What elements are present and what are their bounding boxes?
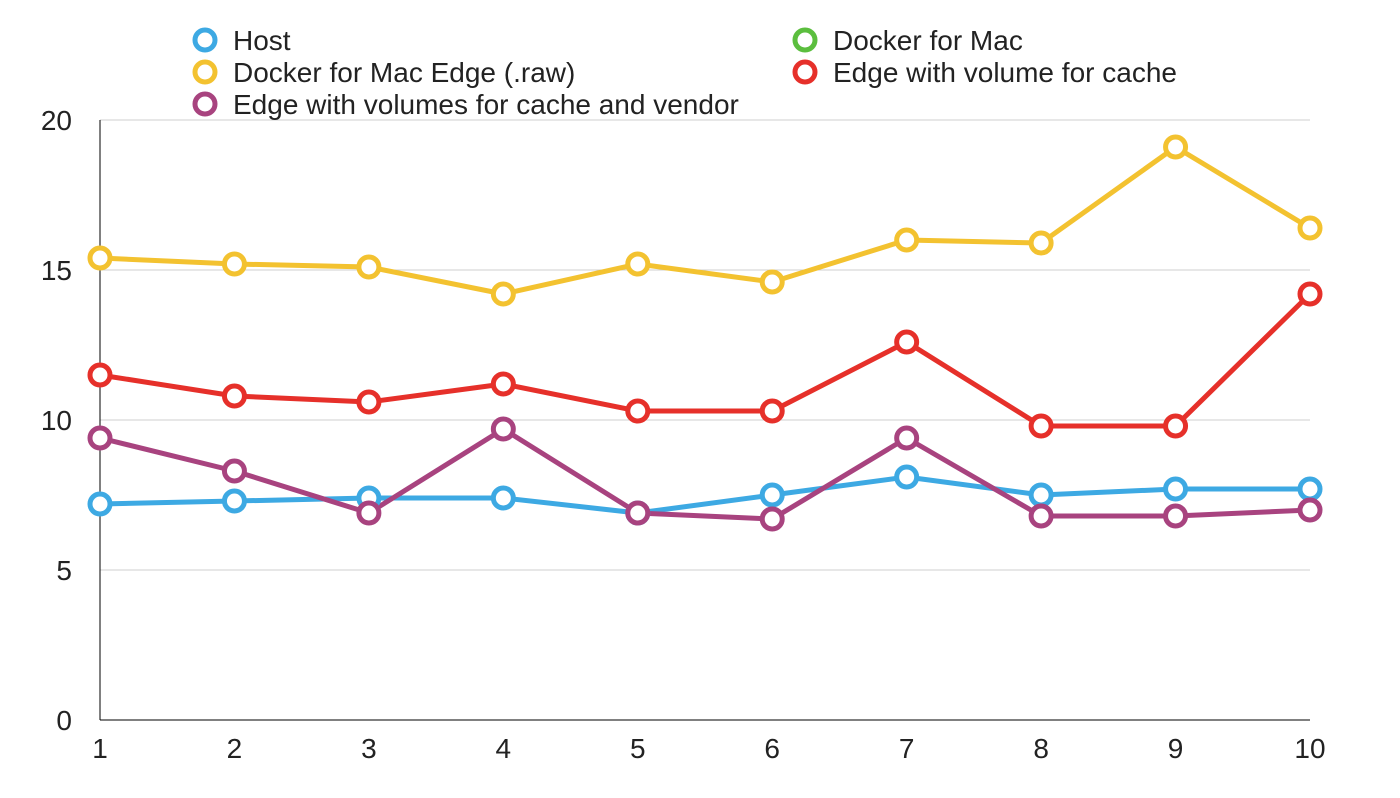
series-marker xyxy=(224,254,244,274)
legend: Host Docker for Mac Docker for Mac Edge (.… xyxy=(195,25,1177,120)
series-marker xyxy=(1166,416,1186,436)
series-line xyxy=(100,294,1310,426)
series-marker xyxy=(628,254,648,274)
chart-container: 0 5 10 15 20 1 2 3 4 5 6 7 8 9 10 Host Docker for Mac Doc… xyxy=(0,0,1400,798)
series-marker xyxy=(90,365,110,385)
series-marker xyxy=(1300,284,1320,304)
series-marker xyxy=(1166,506,1186,526)
series-marker xyxy=(1300,479,1320,499)
series-marker xyxy=(90,248,110,268)
series-marker xyxy=(90,494,110,514)
x-tick-label: 5 xyxy=(630,733,646,764)
series-marker xyxy=(1031,485,1051,505)
legend-marker xyxy=(195,30,215,50)
x-tick-label: 8 xyxy=(1033,733,1049,764)
series-marker xyxy=(493,488,513,508)
legend-marker xyxy=(195,62,215,82)
series-marker xyxy=(1031,506,1051,526)
legend-item: Edge with volume for cache xyxy=(795,57,1177,88)
series-marker xyxy=(628,503,648,523)
series-marker xyxy=(897,332,917,352)
chart-svg: 0 5 10 15 20 1 2 3 4 5 6 7 8 9 10 Host Docker for Mac Doc… xyxy=(0,0,1400,798)
legend-marker xyxy=(795,30,815,50)
series-marker xyxy=(359,392,379,412)
legend-item: Edge with volumes for cache and vendor xyxy=(195,89,739,120)
y-tick-label: 0 xyxy=(56,705,72,736)
series-marker xyxy=(224,491,244,511)
series-marker xyxy=(762,509,782,529)
x-tick-label: 6 xyxy=(764,733,780,764)
legend-item: Docker for Mac Edge (.raw) xyxy=(195,57,575,88)
series-lines xyxy=(100,147,1310,519)
series-marker xyxy=(493,419,513,439)
series-marker xyxy=(493,374,513,394)
series-marker xyxy=(762,485,782,505)
y-tick-label: 15 xyxy=(41,255,72,286)
series-marker xyxy=(359,257,379,277)
legend-marker xyxy=(795,62,815,82)
series-marker xyxy=(1031,233,1051,253)
series-markers xyxy=(90,137,1320,529)
x-tick-label: 10 xyxy=(1294,733,1325,764)
x-tick-label: 2 xyxy=(227,733,243,764)
legend-label: Edge with volumes for cache and vendor xyxy=(233,89,739,120)
tick-labels: 0 5 10 15 20 1 2 3 4 5 6 7 8 9 10 xyxy=(41,105,1326,764)
y-tick-label: 20 xyxy=(41,105,72,136)
legend-label: Host xyxy=(233,25,291,56)
y-tick-label: 5 xyxy=(56,555,72,586)
legend-label: Docker for Mac Edge (.raw) xyxy=(233,57,575,88)
x-tick-label: 1 xyxy=(92,733,108,764)
x-tick-label: 4 xyxy=(496,733,512,764)
series-marker xyxy=(762,401,782,421)
series-marker xyxy=(1166,479,1186,499)
series-marker xyxy=(90,428,110,448)
series-marker xyxy=(897,230,917,250)
series-marker xyxy=(897,467,917,487)
series-line xyxy=(100,477,1310,513)
series-line xyxy=(100,147,1310,294)
series-marker xyxy=(628,401,648,421)
series-marker xyxy=(224,386,244,406)
series-marker xyxy=(1300,218,1320,238)
series-marker xyxy=(897,428,917,448)
x-tick-label: 7 xyxy=(899,733,915,764)
legend-label: Edge with volume for cache xyxy=(833,57,1177,88)
series-marker xyxy=(224,461,244,481)
y-tick-label: 10 xyxy=(41,405,72,436)
series-marker xyxy=(1300,500,1320,520)
legend-item: Host xyxy=(195,25,291,56)
legend-item: Docker for Mac xyxy=(795,25,1023,56)
legend-marker xyxy=(195,94,215,114)
series-marker xyxy=(1031,416,1051,436)
legend-label: Docker for Mac xyxy=(833,25,1023,56)
series-marker xyxy=(359,503,379,523)
series-marker xyxy=(493,284,513,304)
x-tick-label: 3 xyxy=(361,733,377,764)
series-marker xyxy=(762,272,782,292)
x-tick-label: 9 xyxy=(1168,733,1184,764)
series-marker xyxy=(1166,137,1186,157)
